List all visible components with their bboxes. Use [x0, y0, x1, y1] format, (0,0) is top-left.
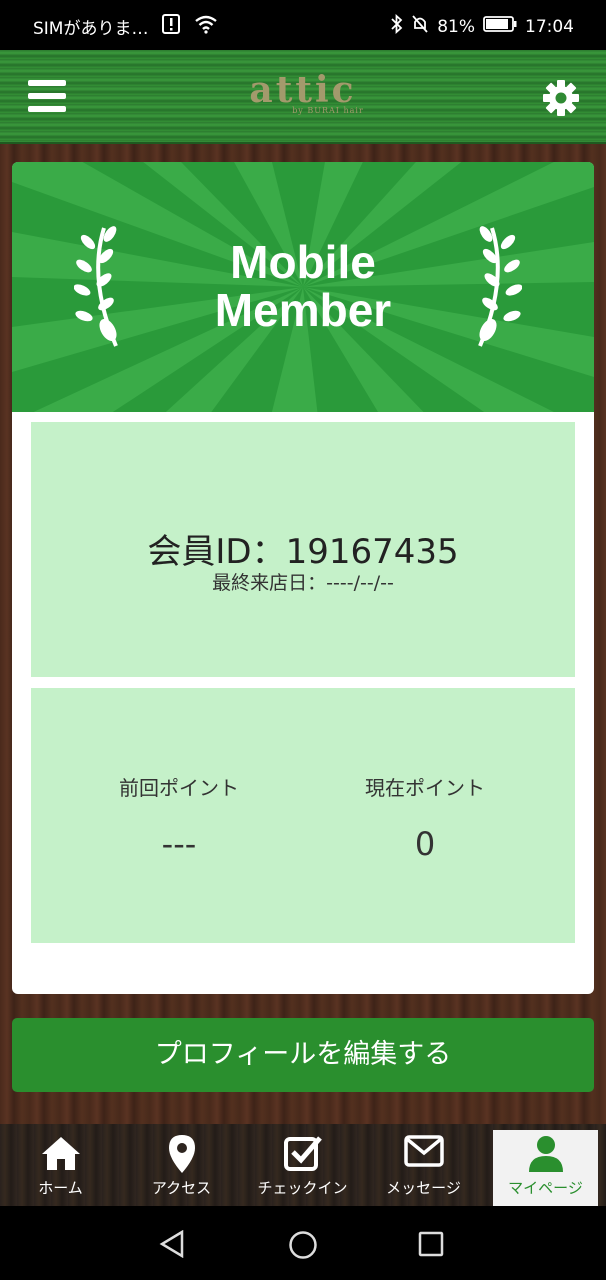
mute-bell-icon: [411, 14, 429, 39]
wood-background: Mobile Member 会員ID：19167435 最終来店日：----/-…: [0, 144, 606, 1124]
member-banner: Mobile Member: [12, 162, 594, 412]
home-circle-icon[interactable]: [288, 1230, 318, 1264]
tab-access[interactable]: アクセス: [121, 1124, 242, 1206]
gear-icon[interactable]: [541, 78, 581, 118]
previous-points-value: ---: [161, 825, 197, 863]
points-panel: 前回ポイント --- 現在ポイント 0: [31, 688, 575, 943]
brand-logo: attic by BURAI hair: [0, 70, 606, 115]
envelope-icon: [363, 1134, 484, 1174]
back-icon[interactable]: [158, 1229, 186, 1262]
wifi-icon: [194, 14, 218, 39]
recents-square-icon[interactable]: [418, 1231, 444, 1261]
tab-mypage[interactable]: マイページ: [493, 1130, 598, 1206]
tab-message[interactable]: メッセージ: [363, 1124, 484, 1206]
logo-text: attic: [249, 69, 357, 111]
member-id-panel: 会員ID：19167435 最終来店日：----/--/--: [31, 422, 575, 677]
tab-checkin-label: チェックイン: [257, 1179, 348, 1197]
bluetooth-icon: [391, 13, 403, 39]
alert-icon: [162, 14, 181, 39]
battery-percent: 81%: [437, 16, 475, 37]
app-header: attic by BURAI hair: [0, 50, 606, 144]
current-points-label: 現在ポイント: [365, 776, 485, 800]
tab-mypage-label: マイページ: [508, 1179, 583, 1197]
current-points-value: 0: [414, 825, 436, 863]
checkbox-icon: [242, 1134, 363, 1174]
clock-text: 17:04: [525, 16, 574, 37]
carrier-text: SIMがありま…: [33, 19, 149, 39]
last-visit-text: 最終来店日：----/--/--: [212, 572, 394, 594]
member-card: Mobile Member 会員ID：19167435 最終来店日：----/-…: [12, 162, 594, 994]
tab-message-label: メッセージ: [386, 1179, 461, 1197]
user-icon: [493, 1134, 598, 1174]
tab-access-label: アクセス: [151, 1179, 212, 1197]
member-id-text: 会員ID：19167435: [147, 532, 459, 572]
tab-home-label: ホーム: [38, 1179, 83, 1197]
tab-checkin[interactable]: チェックイン: [242, 1124, 363, 1206]
home-icon: [0, 1134, 121, 1174]
map-pin-icon: [121, 1134, 242, 1174]
tab-home[interactable]: ホーム: [0, 1124, 121, 1206]
laurel-right-icon: [472, 220, 523, 354]
logo-subtext: by BURAI hair: [292, 106, 364, 115]
bottom-tab-bar: ホーム アクセス チェックイン メッセージ マイページ: [0, 1124, 606, 1206]
previous-points-label: 前回ポイント: [119, 776, 239, 800]
system-nav-bar: [0, 1206, 606, 1280]
current-points: 現在ポイント 0: [305, 772, 545, 863]
battery-icon: [483, 15, 517, 38]
status-bar: SIMがありま… 81% 17:04: [0, 0, 606, 50]
previous-points: 前回ポイント ---: [59, 772, 299, 863]
edit-profile-button[interactable]: プロフィールを編集する: [12, 1018, 594, 1092]
